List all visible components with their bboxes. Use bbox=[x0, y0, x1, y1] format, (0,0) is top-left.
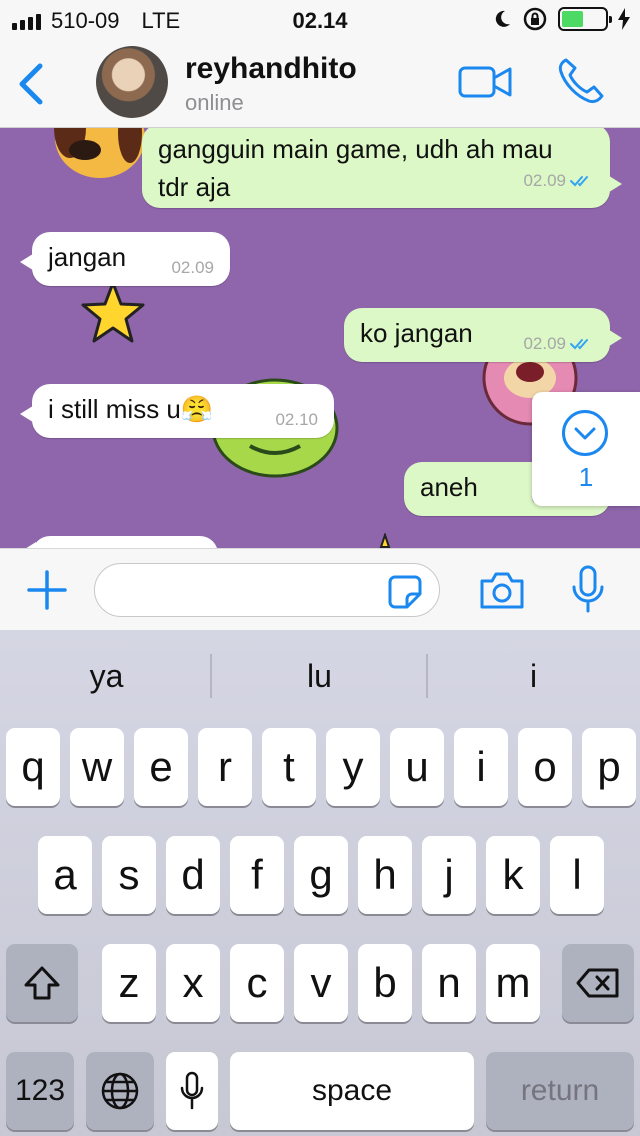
phone-icon[interactable] bbox=[556, 56, 606, 106]
camera-icon[interactable] bbox=[478, 569, 526, 611]
message-time: 02.09 bbox=[523, 334, 566, 353]
microphone-icon[interactable] bbox=[570, 565, 606, 615]
key-n[interactable]: n bbox=[422, 944, 476, 1022]
video-camera-icon[interactable] bbox=[458, 64, 512, 100]
key-z[interactable]: z bbox=[102, 944, 156, 1022]
message-text: ko jangan bbox=[360, 318, 473, 348]
numbers-key[interactable]: 123 bbox=[6, 1052, 74, 1130]
backspace-icon bbox=[576, 968, 619, 998]
suggestion-divider bbox=[210, 654, 212, 698]
key-s[interactable]: s bbox=[102, 836, 156, 914]
shift-key[interactable] bbox=[6, 944, 78, 1022]
message-meta: 02.09 bbox=[523, 334, 594, 354]
contact-name[interactable]: reyhandhito bbox=[185, 52, 357, 86]
key-a[interactable]: a bbox=[38, 836, 92, 914]
message-bubble-outgoing[interactable]: ko jangan 02.09 bbox=[344, 308, 622, 362]
suggestion-item[interactable]: i bbox=[427, 630, 640, 722]
globe-icon bbox=[101, 1072, 139, 1110]
plus-icon[interactable] bbox=[26, 569, 68, 611]
key-i[interactable]: i bbox=[454, 728, 508, 806]
contact-status: online bbox=[185, 90, 244, 115]
message-time: 02.09 bbox=[523, 171, 566, 190]
message-text: jangan bbox=[48, 242, 127, 272]
key-p[interactable]: p bbox=[582, 728, 636, 806]
message-input[interactable] bbox=[94, 563, 440, 617]
space-key[interactable]: space bbox=[230, 1052, 474, 1130]
message-bubble-outgoing[interactable]: gangguin main game, udh ah mau tdr aja 0… bbox=[142, 128, 622, 208]
return-key[interactable]: return bbox=[486, 1052, 634, 1130]
message-meta: 02.09 bbox=[523, 162, 594, 200]
microphone-icon bbox=[180, 1071, 204, 1110]
emoji-icon: 😤 bbox=[180, 395, 214, 425]
battery-icon bbox=[558, 7, 612, 31]
key-h[interactable]: h bbox=[358, 836, 412, 914]
contact-avatar[interactable] bbox=[96, 46, 168, 118]
keyboard: ya lu i q w e r t y u i o p a s d f g h … bbox=[0, 630, 640, 1136]
key-j[interactable]: j bbox=[422, 836, 476, 914]
dictation-key[interactable] bbox=[166, 1052, 218, 1130]
key-e[interactable]: e bbox=[134, 728, 188, 806]
message-bubble-incoming[interactable]: jangan 02.09 bbox=[20, 232, 230, 286]
key-g[interactable]: g bbox=[294, 836, 348, 914]
key-v[interactable]: v bbox=[294, 944, 348, 1022]
message-bubble-incoming[interactable]: i still miss u😤 02.10 bbox=[20, 384, 334, 438]
chat-area[interactable]: gangguin main game, udh ah mau tdr aja 0… bbox=[0, 128, 640, 548]
globe-key[interactable] bbox=[86, 1052, 154, 1130]
key-d[interactable]: d bbox=[166, 836, 220, 914]
shift-icon bbox=[24, 966, 60, 1000]
read-receipt-icon bbox=[570, 339, 588, 350]
key-r[interactable]: r bbox=[198, 728, 252, 806]
message-bubble-incoming[interactable] bbox=[20, 536, 218, 548]
message-text: aneh bbox=[420, 472, 478, 502]
key-f[interactable]: f bbox=[230, 836, 284, 914]
message-meta: 02.10 bbox=[275, 410, 318, 430]
key-q[interactable]: q bbox=[6, 728, 60, 806]
charging-bolt-icon bbox=[618, 8, 630, 30]
sticker-icon[interactable] bbox=[387, 574, 423, 610]
message-time: 02.09 bbox=[171, 258, 214, 277]
message-meta: 02.09 bbox=[171, 258, 214, 278]
message-text: i still miss u bbox=[48, 394, 181, 424]
scroll-to-bottom-button[interactable]: 1 bbox=[532, 392, 640, 506]
read-receipt-icon bbox=[570, 176, 588, 187]
key-c[interactable]: c bbox=[230, 944, 284, 1022]
key-x[interactable]: x bbox=[166, 944, 220, 1022]
suggestion-item[interactable]: lu bbox=[213, 630, 426, 722]
chat-header: reyhandhito online bbox=[0, 40, 640, 128]
key-u[interactable]: u bbox=[390, 728, 444, 806]
key-l[interactable]: l bbox=[550, 836, 604, 914]
rotation-lock-icon bbox=[523, 7, 547, 31]
star-wallpaper-icon bbox=[81, 281, 145, 343]
key-y[interactable]: y bbox=[326, 728, 380, 806]
key-b[interactable]: b bbox=[358, 944, 412, 1022]
dog-sticker-wallpaper bbox=[54, 128, 145, 178]
status-bar: 510-09 LTE 02.14 bbox=[0, 0, 640, 40]
key-k[interactable]: k bbox=[486, 836, 540, 914]
delete-key[interactable] bbox=[562, 944, 634, 1022]
key-o[interactable]: o bbox=[518, 728, 572, 806]
suggestion-item[interactable]: ya bbox=[0, 630, 213, 722]
key-t[interactable]: t bbox=[262, 728, 316, 806]
message-input-bar bbox=[0, 548, 640, 630]
chevron-down-circle-icon bbox=[562, 410, 608, 456]
back-chevron-icon[interactable] bbox=[14, 62, 46, 106]
moon-icon bbox=[495, 10, 510, 27]
unread-count-badge: 1 bbox=[578, 462, 594, 492]
key-m[interactable]: m bbox=[486, 944, 540, 1022]
message-time: 02.10 bbox=[275, 410, 318, 429]
star-small-wallpaper-icon bbox=[379, 533, 391, 548]
key-w[interactable]: w bbox=[70, 728, 124, 806]
